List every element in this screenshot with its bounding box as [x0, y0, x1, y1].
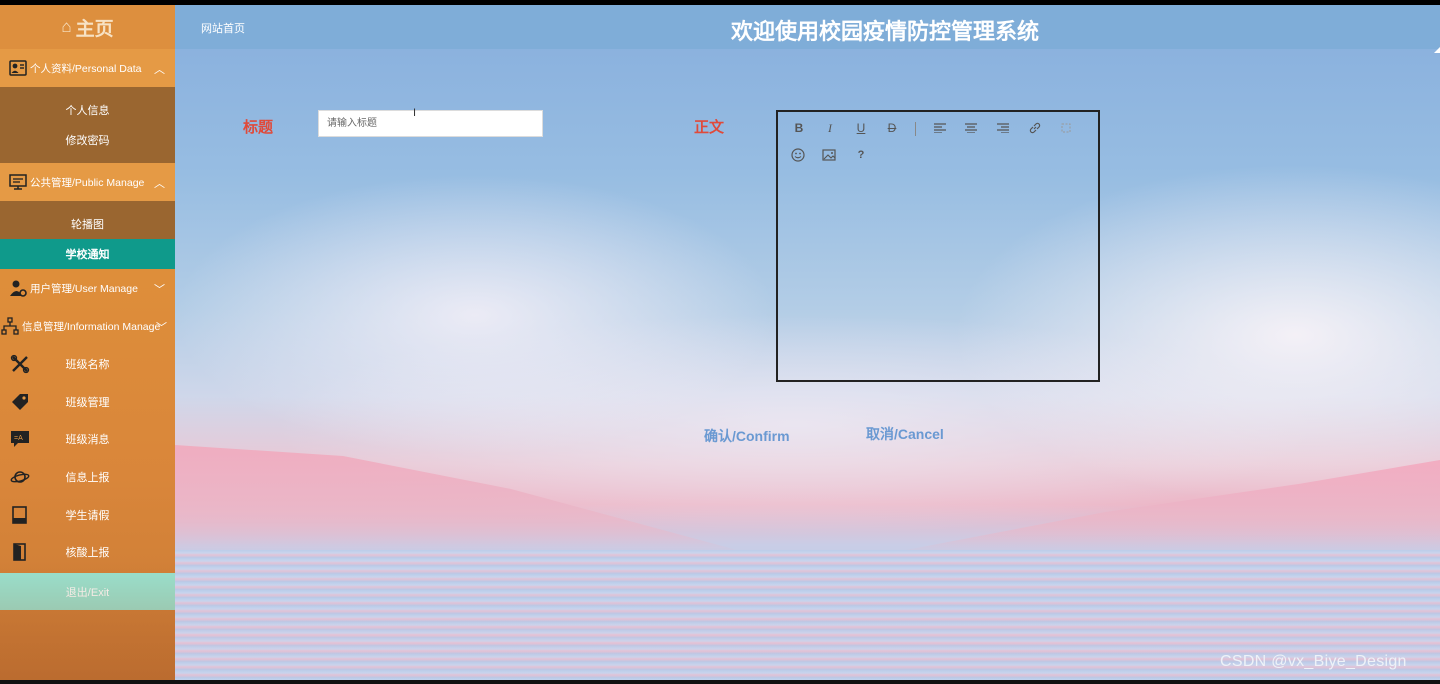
sidebar: ⌂ 主页 个人资料/Personal Data ︿ 个人信息 修改密码 公共管理…	[0, 5, 175, 680]
monitor-icon	[8, 173, 28, 191]
submenu-spacer	[0, 201, 175, 209]
menu-group-user-manage[interactable]: 用户管理/User Manage ﹀	[0, 269, 175, 307]
title-label: 标题	[243, 119, 274, 136]
menu-group-label: 个人资料/Personal Data	[30, 62, 142, 75]
bold-icon[interactable]: B	[788, 117, 810, 139]
tags-icon	[10, 392, 30, 412]
menu-group-label: 公共管理/Public Manage	[30, 176, 145, 189]
menu-group-information-manage[interactable]: 信息管理/Information Manage ﹀	[0, 307, 175, 345]
translate-chat-icon: =A	[10, 429, 30, 449]
cancel-button[interactable]: 取消/Cancel	[866, 424, 944, 444]
title-input[interactable]	[318, 110, 543, 137]
help-icon[interactable]: ?	[850, 144, 872, 166]
rich-text-editor: B I U D ?	[776, 110, 1100, 382]
hierarchy-icon	[0, 317, 20, 335]
editor-toolbar: ?	[778, 144, 1098, 170]
book-icon	[10, 505, 30, 525]
menu-group-public-manage[interactable]: 公共管理/Public Manage ︿	[0, 163, 175, 201]
home-link[interactable]: ⌂ 主页	[0, 5, 175, 49]
page-title: 欢迎使用校园疫情防控管理系统	[731, 19, 1040, 44]
confirm-button[interactable]: 确认/Confirm	[704, 426, 790, 446]
submenu-item-change-password[interactable]: 修改密码	[0, 125, 175, 155]
door-exit-icon	[10, 542, 30, 562]
chevron-down-icon: ﹀	[154, 284, 165, 296]
user-gear-icon	[8, 279, 28, 297]
home-icon: ⌂	[61, 17, 72, 36]
background-hill	[880, 460, 1440, 555]
svg-text:=A: =A	[14, 435, 23, 442]
toolbar-divider	[915, 122, 916, 136]
underline-icon[interactable]: U	[850, 117, 872, 139]
menu-group-label: 用户管理/User Manage	[30, 282, 138, 295]
menu-item-nucleic-report[interactable]: 核酸上报	[0, 533, 175, 571]
submenu-item-carousel[interactable]: 轮播图	[0, 209, 175, 239]
unlink-icon[interactable]	[1055, 117, 1077, 139]
menu-group-label: 信息管理/Information Manage	[22, 320, 161, 333]
watermark: CSDN @vx_Biye_Design	[1220, 653, 1407, 670]
home-label: 主页	[75, 18, 114, 40]
submenu-spacer	[0, 155, 175, 163]
submenu-item-personal-info[interactable]: 个人信息	[0, 95, 175, 125]
editor-toolbar: B I U D	[778, 117, 1098, 143]
user-card-icon	[8, 59, 28, 77]
menu-item-student-leave[interactable]: 学生请假	[0, 496, 175, 534]
link-icon[interactable]	[1024, 117, 1046, 139]
align-right-icon[interactable]	[992, 117, 1014, 139]
background-hill	[175, 445, 735, 555]
emoji-icon[interactable]	[787, 144, 809, 166]
chevron-up-icon: ︿	[154, 64, 165, 76]
chevron-down-icon: ﹀	[156, 322, 167, 334]
menu-item-info-report[interactable]: 信息上报	[0, 458, 175, 496]
menu-item-class-name[interactable]: 班级名称	[0, 345, 175, 383]
editor-content-area[interactable]	[778, 174, 1098, 380]
italic-icon[interactable]: I	[819, 117, 841, 139]
tools-icon	[10, 354, 30, 374]
submenu-spacer	[0, 87, 175, 95]
main-content: 网站首页 欢迎使用校园疫情防控管理系统 标题 I 正文 B I U D	[175, 5, 1440, 680]
submenu-item-school-notice[interactable]: 学校通知	[0, 239, 175, 269]
planet-icon	[10, 467, 30, 487]
top-header: 网站首页 欢迎使用校园疫情防控管理系统	[175, 5, 1440, 49]
body-label: 正文	[694, 119, 725, 136]
menu-group-personal-data[interactable]: 个人资料/Personal Data ︿	[0, 49, 175, 87]
align-left-icon[interactable]	[929, 117, 951, 139]
menu-item-class-manage[interactable]: 班级管理	[0, 383, 175, 421]
bottom-edge	[0, 680, 1440, 684]
menu-item-class-message[interactable]: =A 班级消息	[0, 420, 175, 458]
breadcrumb-home-link[interactable]: 网站首页	[201, 20, 245, 36]
chevron-up-icon: ︿	[154, 178, 165, 190]
exit-button[interactable]: 退出/Exit	[0, 573, 175, 611]
strikethrough-icon[interactable]: D	[881, 117, 903, 139]
text-cursor-icon: I	[413, 107, 417, 119]
align-center-icon[interactable]	[960, 117, 982, 139]
image-icon[interactable]	[818, 144, 840, 166]
